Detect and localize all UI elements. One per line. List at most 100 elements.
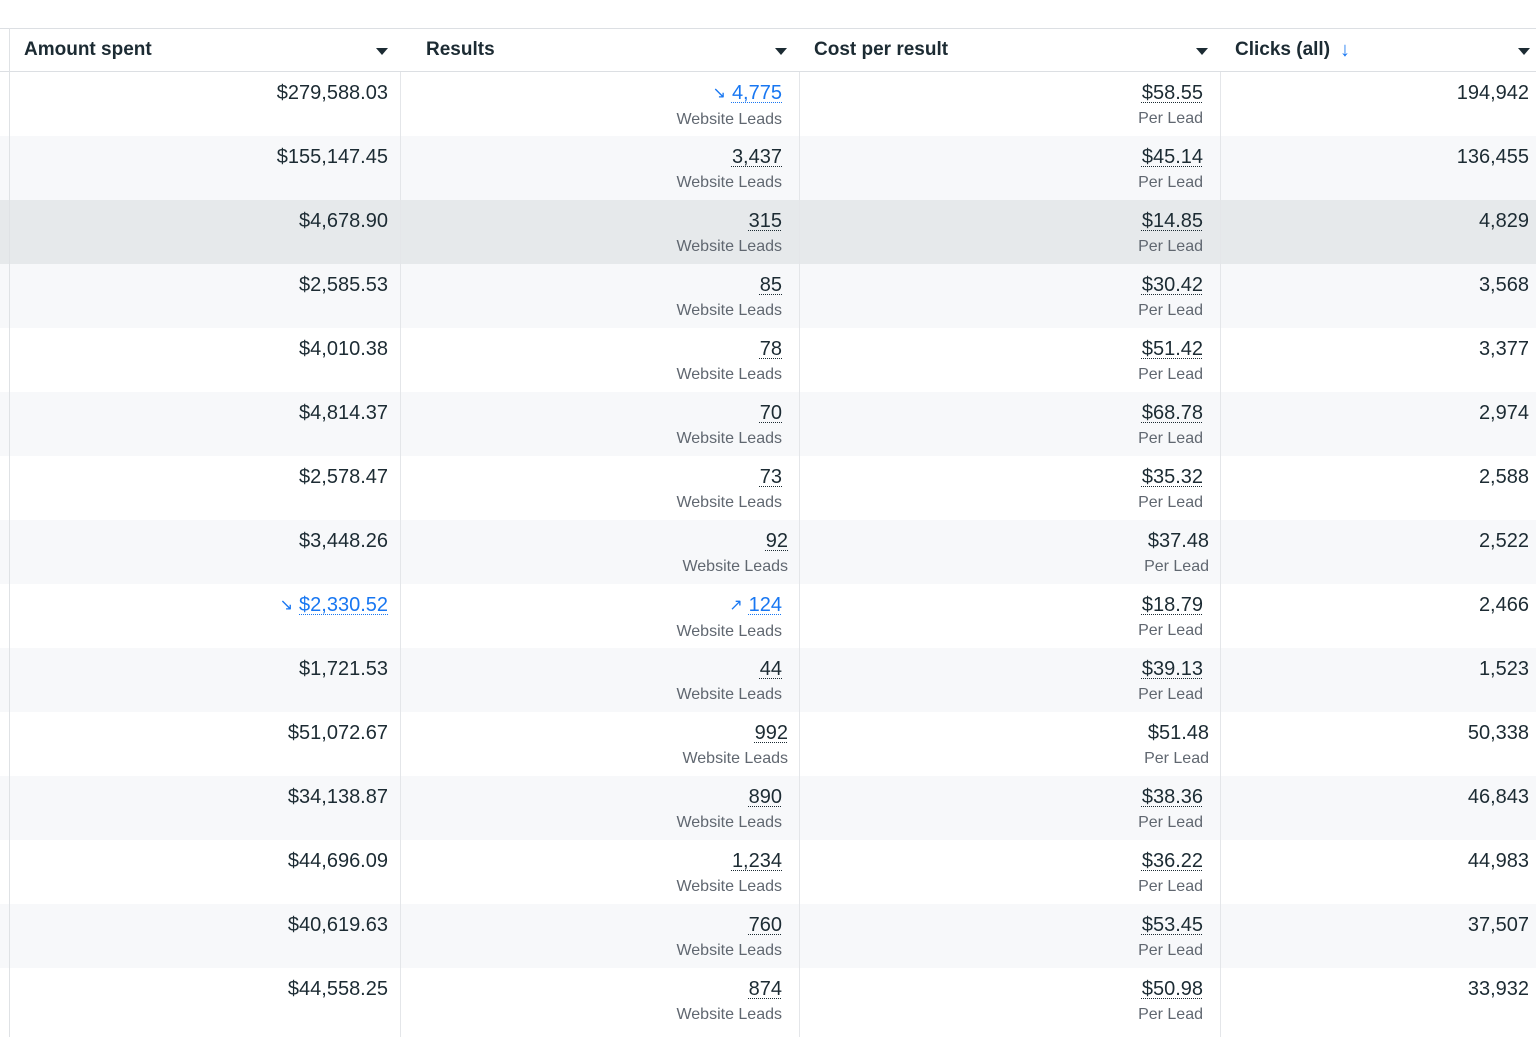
results-value-link[interactable]: ↘ 4,775: [401, 81, 782, 106]
cost-per-result-value[interactable]: $35.32: [800, 465, 1203, 489]
amount-spent-value: $2,330.52: [299, 594, 388, 616]
results-type-label: Website Leads: [682, 558, 788, 575]
cost-per-result-value[interactable]: $53.45: [800, 913, 1203, 937]
cost-per-result-label: Per Lead: [1144, 558, 1209, 575]
results-type-label: Website Leads: [676, 878, 782, 895]
caret-down-icon[interactable]: [376, 48, 388, 55]
amount-spent-cell: $3,448.26: [10, 520, 400, 584]
table-row[interactable]: $155,147.45 3,437 Website Leads $45.14 P…: [0, 136, 1536, 200]
cost-per-result-text: $39.13: [1141, 658, 1203, 680]
results-type-label: Website Leads: [676, 238, 782, 255]
caret-down-icon[interactable]: [1196, 48, 1208, 55]
table-row[interactable]: $44,696.09 1,234 Website Leads $36.22 Pe…: [0, 840, 1536, 904]
amount-spent-value: $1,721.53: [299, 658, 388, 680]
table-row[interactable]: $3,448.26 92 Website Leads $37.48 Per Le…: [0, 520, 1536, 584]
results-cell: 3,437 Website Leads: [401, 136, 799, 200]
results-value-link[interactable]: 890: [401, 785, 782, 809]
table-row[interactable]: $2,585.53 85 Website Leads $30.42 Per Le…: [0, 264, 1536, 328]
amount-spent-cell: $4,010.38: [10, 328, 400, 392]
header-cost-per-result-label: Cost per result: [814, 39, 949, 60]
amount-spent-value: $4,678.90: [299, 210, 388, 232]
cost-per-result-value[interactable]: $50.98: [800, 977, 1203, 1001]
caret-down-icon[interactable]: [1518, 48, 1530, 55]
header-results-label: Results: [426, 39, 495, 60]
cost-per-result-text: $38.36: [1141, 786, 1203, 808]
arrow-down-icon[interactable]: ↓: [1340, 39, 1350, 62]
column-divider[interactable]: [400, 28, 401, 1037]
results-value-link[interactable]: 874: [401, 977, 782, 1001]
table-row[interactable]: $1,721.53 44 Website Leads $39.13 Per Le…: [0, 648, 1536, 712]
table-row[interactable]: $4,814.37 70 Website Leads $68.78 Per Le…: [0, 392, 1536, 456]
amount-spent-cell: $4,678.90: [10, 200, 400, 264]
header-clicks-all-label: Clicks (all): [1235, 39, 1331, 60]
results-type-label: Website Leads: [676, 174, 782, 191]
cost-per-result-label: Per Lead: [1138, 1006, 1203, 1023]
results-value-link[interactable]: 85: [401, 273, 782, 297]
cost-per-result-value[interactable]: $58.55: [800, 81, 1203, 105]
clicks-value: 2,588: [1478, 466, 1529, 488]
ads-table: Amount spent Results Cost per result Cli…: [0, 28, 1536, 1037]
amount-spent-value: $51,072.67: [287, 722, 388, 744]
results-value: 78: [759, 338, 782, 360]
results-type-label: Website Leads: [676, 430, 782, 447]
amount-spent-value: $44,696.09: [287, 850, 388, 872]
cost-per-result-text: $36.22: [1141, 850, 1203, 872]
cost-per-result-cell: $45.14 Per Lead: [800, 136, 1220, 200]
clicks-cell: 2,522: [1221, 520, 1536, 584]
clicks-cell: 44,983: [1221, 840, 1536, 904]
cost-per-result-cell: $38.36 Per Lead: [800, 776, 1220, 840]
amount-spent-cell: $51,072.67: [10, 712, 400, 776]
clicks-cell: 4,829: [1221, 200, 1536, 264]
clicks-value: 2,522: [1478, 530, 1529, 552]
results-value-link[interactable]: 78: [401, 337, 782, 361]
clicks-value: 1,523: [1478, 658, 1529, 680]
table-row[interactable]: $4,678.90 315 Website Leads $14.85 Per L…: [0, 200, 1536, 264]
table-row[interactable]: $2,578.47 73 Website Leads $35.32 Per Le…: [0, 456, 1536, 520]
results-value-link[interactable]: ↗ 124: [401, 593, 782, 618]
table-row[interactable]: $44,558.25 874 Website Leads $50.98 Per …: [0, 968, 1536, 1032]
results-value-link[interactable]: 73: [401, 465, 782, 489]
results-cell: 315 Website Leads: [401, 200, 799, 264]
cost-per-result-value[interactable]: $14.85: [800, 209, 1203, 233]
column-divider[interactable]: [1220, 28, 1221, 1037]
results-value: 124: [748, 594, 782, 616]
cost-per-result-label: Per Lead: [1138, 814, 1203, 831]
results-value-link[interactable]: 992: [401, 721, 788, 745]
results-value-link[interactable]: 44: [401, 657, 782, 681]
results-value-link[interactable]: 315: [401, 209, 782, 233]
results-type-label: Website Leads: [676, 623, 782, 640]
cost-per-result-value[interactable]: $39.13: [800, 657, 1203, 681]
header-cost-per-result[interactable]: Cost per result: [800, 29, 1220, 71]
results-cell: 760 Website Leads: [401, 904, 799, 968]
cost-per-result-value[interactable]: $38.36: [800, 785, 1203, 809]
clicks-value: 44,983: [1467, 850, 1529, 872]
header-clicks-all[interactable]: Clicks (all) ↓: [1221, 29, 1536, 71]
table-row[interactable]: $40,619.63 760 Website Leads $53.45 Per …: [0, 904, 1536, 968]
caret-down-icon[interactable]: [775, 48, 787, 55]
results-value-link[interactable]: 760: [401, 913, 782, 937]
cost-per-result-value[interactable]: $51.42: [800, 337, 1203, 361]
results-value-link[interactable]: 70: [401, 401, 782, 425]
results-type-label: Website Leads: [682, 750, 788, 767]
amount-spent-value-link[interactable]: ↘ $2,330.52: [10, 593, 388, 618]
results-value-link[interactable]: 1,234: [401, 849, 782, 873]
table-row[interactable]: ↘ $2,330.52 ↗ 124 Website Leads $18.79 Per…: [0, 584, 1536, 648]
header-amount-spent[interactable]: Amount spent: [10, 29, 400, 71]
cost-per-result-value[interactable]: $30.42: [800, 273, 1203, 297]
cost-per-result-value[interactable]: $68.78: [800, 401, 1203, 425]
amount-spent-cell: $44,558.25: [10, 968, 400, 1032]
cost-per-result-value[interactable]: $18.79: [800, 593, 1203, 617]
cost-per-result-cell: $30.42 Per Lead: [800, 264, 1220, 328]
cost-per-result-value[interactable]: $45.14: [800, 145, 1203, 169]
column-divider[interactable]: [799, 28, 800, 1037]
results-value-link[interactable]: 92: [401, 529, 788, 553]
results-cell: 73 Website Leads: [401, 456, 799, 520]
cost-per-result-value[interactable]: $36.22: [800, 849, 1203, 873]
table-row[interactable]: $279,588.03 ↘ 4,775 Website Leads $58.55 …: [0, 72, 1536, 136]
header-results[interactable]: Results: [401, 29, 799, 71]
table-row[interactable]: $34,138.87 890 Website Leads $38.36 Per …: [0, 776, 1536, 840]
table-row[interactable]: $4,010.38 78 Website Leads $51.42 Per Le…: [0, 328, 1536, 392]
table-row[interactable]: $51,072.67 992 Website Leads $51.48 Per …: [0, 712, 1536, 776]
results-value-link[interactable]: 3,437: [401, 145, 782, 169]
amount-spent-cell: $34,138.87: [10, 776, 400, 840]
